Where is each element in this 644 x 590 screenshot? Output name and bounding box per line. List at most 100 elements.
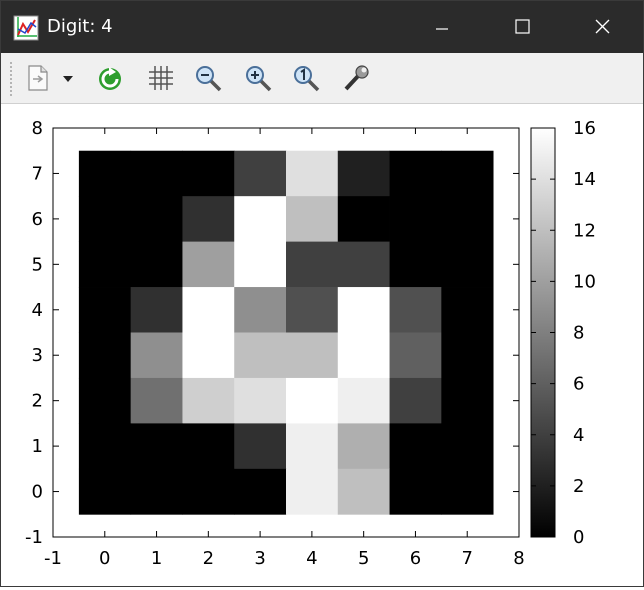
close-button[interactable] xyxy=(563,1,643,53)
heatmap-cell xyxy=(130,423,183,470)
colorbar-tick-label: 4 xyxy=(573,425,584,446)
zoom-in-button[interactable] xyxy=(239,59,277,97)
zoom-reset-icon xyxy=(294,66,320,92)
x-tick-label: 6 xyxy=(410,548,421,569)
heatmap-cell xyxy=(182,423,235,470)
heatmap-cell xyxy=(441,468,494,515)
heatmap-cell xyxy=(78,241,132,288)
heatmap-cell xyxy=(130,287,183,333)
maximize-button[interactable] xyxy=(483,1,563,53)
heatmap-cell xyxy=(78,377,132,424)
settings-button[interactable] xyxy=(337,59,375,97)
heatmap-cell xyxy=(389,423,442,470)
colorbar-tick-label: 12 xyxy=(573,220,596,241)
x-tick-label: 2 xyxy=(203,548,214,569)
heatmap-cell xyxy=(78,468,132,515)
heatmap-cell xyxy=(389,241,442,288)
heatmap-cell xyxy=(337,377,390,424)
heatmap-cell xyxy=(389,332,442,379)
toolbar xyxy=(1,53,643,104)
colorbar-tick-label: 8 xyxy=(573,323,584,344)
heatmap-cell xyxy=(286,377,339,424)
zoom-in-icon xyxy=(246,66,272,92)
app-icon xyxy=(13,15,39,41)
plot-area: -1 0 1 2 3 4 5 6 7 8 -1 0 1 2 3 4 5 6 7 8 0 2 4 6 8 10 12 14 16 xyxy=(1,104,643,586)
heatmap-cell xyxy=(182,287,235,333)
y-tick-label: 6 xyxy=(32,209,43,230)
y-tick-label: -1 xyxy=(25,527,43,548)
heatmap-cell xyxy=(130,468,183,515)
colorbar-tick-label: 0 xyxy=(573,527,584,548)
heatmap-cell xyxy=(286,423,339,470)
refresh-icon xyxy=(99,67,121,90)
heatmap-cell xyxy=(389,196,442,243)
x-tick-label: 7 xyxy=(461,548,472,569)
heatmap-cell xyxy=(182,468,235,515)
heatmap-cell xyxy=(286,150,339,197)
heatmap-cell xyxy=(337,287,390,333)
heatmap-cell xyxy=(182,377,235,424)
colorbar-tick-label: 2 xyxy=(573,476,584,497)
colorbar-tick-label: 10 xyxy=(573,271,596,292)
y-tick-label: 4 xyxy=(32,300,43,321)
heatmap-cell xyxy=(234,196,287,243)
zoom-reset-button[interactable] xyxy=(287,59,325,97)
heatmap-cell xyxy=(389,287,442,333)
y-tick-label: 7 xyxy=(32,163,43,184)
heatmap-cell xyxy=(182,241,235,288)
replot-button[interactable] xyxy=(91,59,129,97)
export-icon xyxy=(28,65,48,91)
heatmap-cell xyxy=(130,150,183,197)
heatmap-cell xyxy=(234,150,287,197)
maximize-icon xyxy=(515,19,530,34)
heatmap-cell xyxy=(286,287,339,333)
export-button[interactable] xyxy=(19,59,57,97)
wrench-icon xyxy=(344,65,369,91)
heatmap-cell xyxy=(441,423,494,470)
y-tick-label: 8 xyxy=(32,118,43,139)
export-dropdown-button[interactable] xyxy=(59,59,79,97)
heatmap-cell xyxy=(234,423,287,470)
heatmap-cell xyxy=(441,241,494,288)
y-tick-label: 0 xyxy=(32,482,43,503)
minimize-button[interactable] xyxy=(403,1,483,53)
grid-icon xyxy=(149,66,173,90)
heatmap-cell xyxy=(286,468,339,515)
heatmap-cell xyxy=(182,196,235,243)
heatmap-cell xyxy=(234,241,287,288)
heatmap-cell xyxy=(286,241,339,288)
heatmap-cell xyxy=(130,196,183,243)
heatmap-cell xyxy=(78,196,132,243)
y-tick-label: 5 xyxy=(32,254,43,275)
x-tick-label: 0 xyxy=(99,548,110,569)
x-tick-label: 4 xyxy=(306,548,317,569)
heatmap-cell xyxy=(234,377,287,424)
heatmap-cell xyxy=(286,332,339,379)
heatmap-cell xyxy=(441,377,494,424)
heatmap-cell xyxy=(337,241,390,288)
heatmap-cell xyxy=(337,423,390,470)
title-bar[interactable]: Digit: 4 xyxy=(1,1,643,53)
heatmap-cell xyxy=(130,332,183,379)
toolbar-grip[interactable] xyxy=(9,61,13,97)
y-tick-label: 2 xyxy=(32,391,43,412)
chevron-down-icon xyxy=(63,76,73,82)
colorbar-tick-label: 6 xyxy=(573,374,584,395)
window-title: Digit: 4 xyxy=(47,16,113,37)
heatmap-cell xyxy=(286,196,339,243)
heatmap-cell xyxy=(130,241,183,288)
heatmap-cell xyxy=(441,287,494,333)
heatmap-cell xyxy=(78,332,132,379)
heatmap-cell xyxy=(337,468,390,515)
y-tick-label: 1 xyxy=(32,436,43,457)
heatmap-cell xyxy=(389,468,442,515)
grid-button[interactable] xyxy=(141,59,179,97)
x-tick-label: 1 xyxy=(151,548,162,569)
heatmap-cell xyxy=(441,332,494,379)
heatmap-cell xyxy=(441,196,494,243)
heatmap-cell xyxy=(337,332,390,379)
heatmap-cell xyxy=(182,150,235,197)
zoom-out-button[interactable] xyxy=(189,59,227,97)
colorbar-tick-label: 16 xyxy=(573,118,596,139)
heatmap-chart: -1 0 1 2 3 4 5 6 7 8-10123456780246810121416 xyxy=(25,118,596,569)
